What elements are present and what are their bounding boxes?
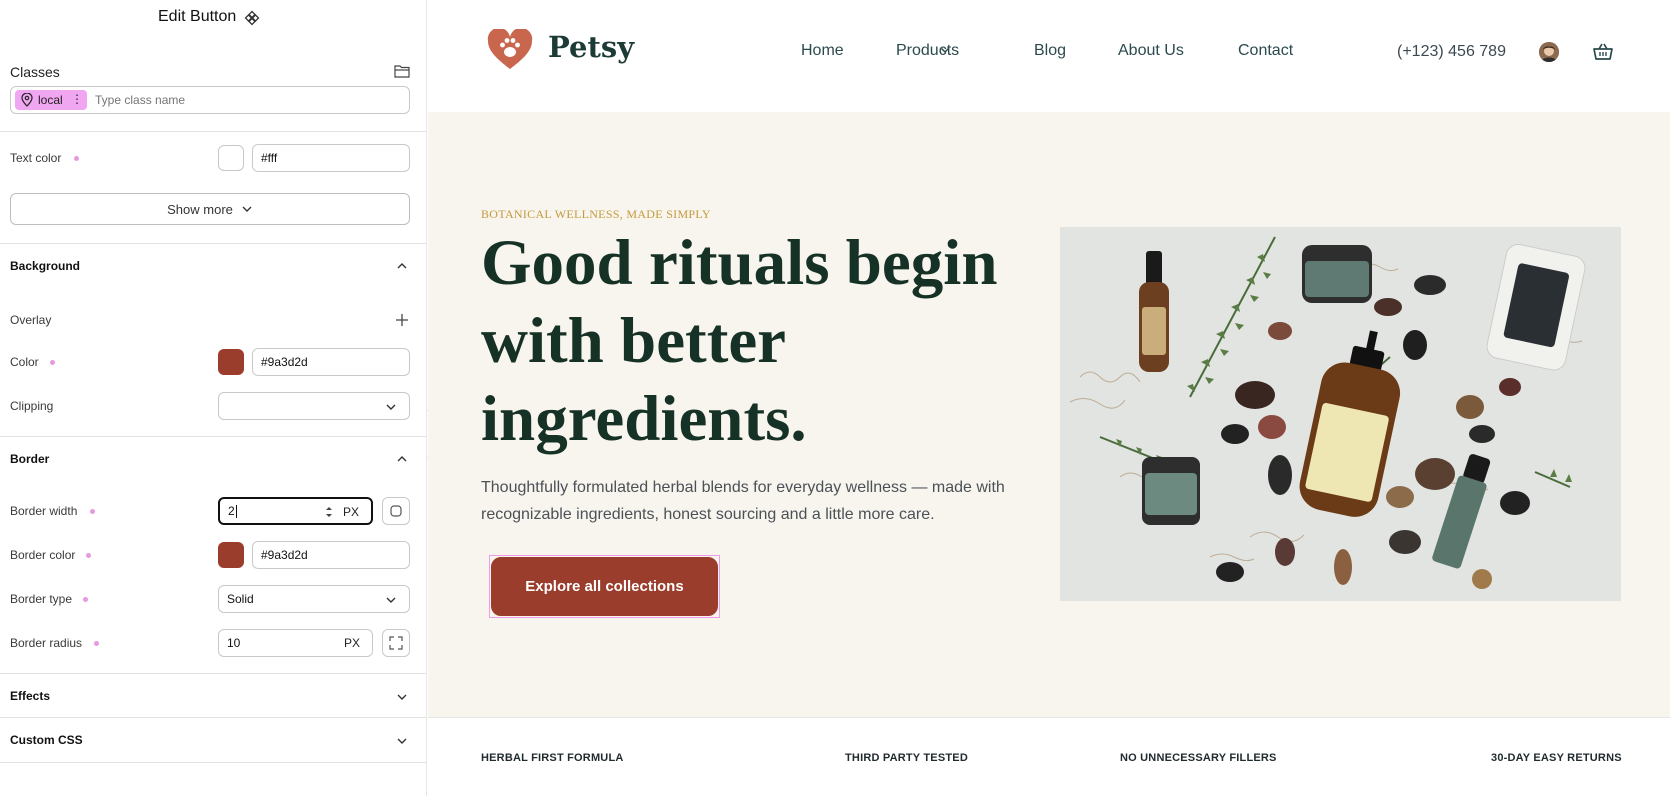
border-radius-value: 10 [227, 636, 241, 650]
feature-item: HERBAL FIRST FORMULA [481, 752, 624, 764]
overlay-label: Overlay [10, 313, 52, 327]
text-color-label: Text color [10, 151, 62, 165]
border-width-unit[interactable]: PX [343, 505, 359, 519]
bg-color-label: Color [10, 355, 39, 369]
class-chip[interactable]: local ⋮ [15, 90, 87, 110]
chevron-down-icon [386, 597, 396, 603]
divider [0, 243, 426, 244]
border-type-value: Solid [227, 592, 254, 606]
explore-collections-button[interactable]: Explore all collections [491, 557, 718, 616]
chevron-up-icon[interactable] [396, 262, 408, 270]
chevron-down-icon [386, 404, 396, 410]
hero-headline: Good rituals begin with better ingredien… [481, 227, 998, 455]
border-color-label: Border color [10, 548, 76, 562]
nav-home[interactable]: Home [801, 42, 844, 60]
panel-title: Edit Button [158, 8, 237, 25]
class-name-input[interactable] [95, 90, 395, 110]
site-header: Petsy Home Products Blog About Us Contac… [428, 0, 1670, 112]
hero-product-image [1060, 227, 1621, 601]
border-type-select[interactable]: Solid [218, 585, 410, 613]
divider [0, 673, 426, 674]
logo-text[interactable]: Petsy [548, 30, 634, 64]
plus-icon[interactable] [395, 313, 409, 327]
border-color-field[interactable]: #9a3d2d [252, 541, 410, 569]
border-radius-input[interactable]: 10 PX [218, 629, 373, 657]
divider [0, 717, 426, 718]
modified-dot [83, 597, 88, 602]
clipping-label: Clipping [10, 399, 54, 413]
avatar[interactable] [1539, 42, 1559, 62]
product-flatlay-illustration [1060, 227, 1621, 601]
more-vertical-icon[interactable]: ⋮ [71, 92, 83, 106]
modified-dot [74, 156, 79, 161]
background-section-title[interactable]: Background [10, 259, 80, 273]
border-type-label: Border type [10, 592, 73, 606]
border-width-input[interactable]: 2 PX [218, 497, 373, 525]
chevron-down-icon [242, 206, 252, 212]
class-selector[interactable]: local ⋮ [10, 86, 410, 114]
class-chip-label: local [38, 93, 63, 107]
text-color-value: #fff [261, 151, 278, 165]
hero-subtext: Thoughtfully formulated herbal blends fo… [481, 479, 1005, 523]
text-caret [235, 504, 237, 518]
divider [0, 436, 426, 437]
feature-strip: HERBAL FIRST FORMULA THIRD PARTY TESTED … [428, 717, 1670, 796]
border-section-title[interactable]: Border [10, 452, 49, 466]
modified-dot [86, 553, 91, 558]
chevron-down-icon[interactable] [396, 693, 408, 701]
hero-section: BOTANICAL WELLNESS, MADE SIMPLY Good rit… [428, 112, 1670, 717]
custom-css-section-title[interactable]: Custom CSS [10, 733, 83, 747]
text-color-swatch[interactable] [218, 145, 244, 171]
chevron-down-icon[interactable] [396, 737, 408, 745]
edit-panel: Edit Button Classes local ⋮ Text color [0, 0, 427, 796]
modified-dot [90, 509, 95, 514]
individual-borders-button[interactable] [382, 497, 410, 525]
modified-dot [94, 641, 99, 646]
bg-color-swatch[interactable] [218, 349, 244, 375]
clipping-select[interactable] [218, 392, 410, 420]
feature-item: NO UNNECESSARY FILLERS [1120, 752, 1277, 764]
feature-item: THIRD PARTY TESTED [845, 752, 968, 764]
border-sides-icon [390, 505, 402, 517]
location-pin-icon [21, 93, 33, 107]
text-color-field[interactable]: #fff [252, 144, 410, 172]
border-width-label: Border width [10, 504, 78, 518]
nav-blog[interactable]: Blog [1034, 42, 1066, 60]
basket-icon[interactable] [1593, 42, 1613, 61]
user-avatar-icon [1539, 42, 1559, 62]
classes-label: Classes [10, 64, 60, 80]
stepper-icon[interactable] [324, 505, 334, 519]
selected-element-outline: Explore all collections [489, 555, 720, 618]
divider [0, 131, 426, 132]
bg-color-field[interactable]: #9a3d2d [252, 348, 410, 376]
folder-icon[interactable] [394, 64, 410, 78]
border-radius-unit[interactable]: PX [344, 636, 360, 650]
border-color-swatch[interactable] [218, 542, 244, 568]
nav-about[interactable]: About Us [1118, 42, 1184, 60]
phone-number[interactable]: (+123) 456 789 [1397, 43, 1506, 61]
effects-section-title[interactable]: Effects [10, 689, 50, 703]
panel-header: Edit Button [0, 0, 426, 36]
show-more-label: Show more [167, 201, 233, 217]
individual-corners-button[interactable] [382, 629, 410, 657]
component-icon[interactable] [244, 10, 260, 26]
border-width-value: 2 [228, 504, 235, 518]
chevron-down-icon[interactable] [940, 47, 950, 54]
modified-dot [50, 360, 55, 365]
paw-heart-logo-icon[interactable] [487, 29, 533, 71]
border-radius-label: Border radius [10, 636, 83, 650]
hero-eyebrow: BOTANICAL WELLNESS, MADE SIMPLY [481, 207, 711, 221]
border-color-value: #9a3d2d [261, 548, 308, 562]
feature-item: 30-DAY EASY RETURNS [1491, 752, 1622, 764]
show-more-button[interactable]: Show more [10, 193, 410, 225]
divider [0, 762, 426, 763]
site-preview: Petsy Home Products Blog About Us Contac… [428, 0, 1670, 796]
nav-contact[interactable]: Contact [1238, 42, 1293, 60]
chevron-up-icon[interactable] [396, 455, 408, 463]
corners-icon [389, 636, 403, 650]
bg-color-value: #9a3d2d [261, 355, 308, 369]
